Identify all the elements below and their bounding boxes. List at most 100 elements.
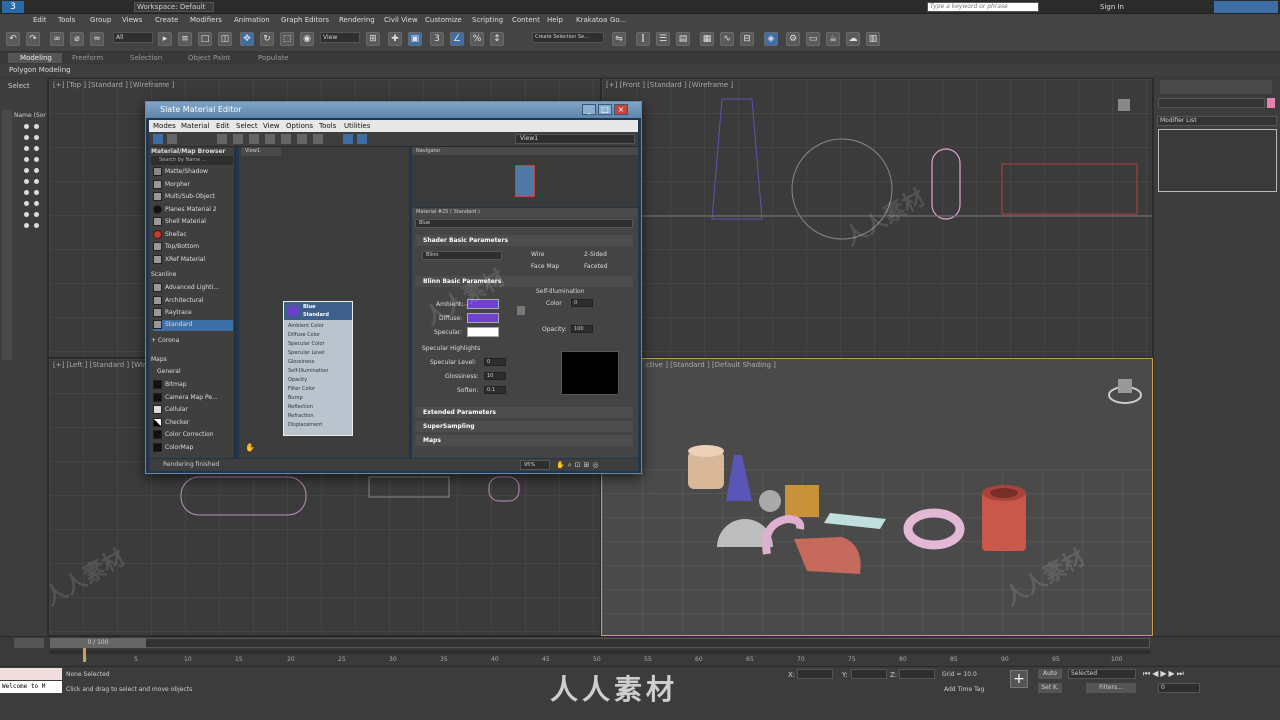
sme-menu-material[interactable]: Material bbox=[181, 122, 209, 130]
menu-customize[interactable]: Customize bbox=[425, 16, 462, 24]
list-item[interactable]: Raytrace bbox=[153, 308, 192, 319]
layout-icon[interactable] bbox=[297, 134, 307, 144]
tab-populate[interactable]: Populate bbox=[258, 54, 288, 62]
menu-create[interactable]: Create bbox=[155, 16, 178, 24]
visibility-icon[interactable] bbox=[24, 157, 29, 162]
specular-color-swatch[interactable] bbox=[467, 327, 499, 337]
browser-toggle-icon[interactable] bbox=[357, 134, 367, 144]
shader-basic-rollout[interactable]: Shader Basic Parameters bbox=[415, 235, 633, 246]
sme-menu-select[interactable]: Select bbox=[236, 122, 258, 130]
freeze-icon[interactable] bbox=[34, 157, 39, 162]
material-id-icon[interactable] bbox=[281, 134, 291, 144]
menu-modifiers[interactable]: Modifiers bbox=[190, 16, 222, 24]
self-illum-spinner[interactable]: 0 bbox=[571, 299, 593, 307]
name-column-header[interactable]: Name (Sor bbox=[14, 112, 46, 119]
mirror-icon[interactable]: ⇋ bbox=[612, 32, 626, 46]
scanline-group[interactable]: Scanline bbox=[151, 271, 176, 278]
minimize-icon[interactable]: _ bbox=[582, 104, 596, 115]
menu-help[interactable]: Help bbox=[547, 16, 563, 24]
object-color-swatch[interactable] bbox=[1267, 98, 1275, 108]
opacity-spinner[interactable]: 100 bbox=[571, 325, 593, 333]
freeze-icon[interactable] bbox=[34, 179, 39, 184]
lock-icon[interactable] bbox=[517, 306, 525, 315]
menu-content[interactable]: Content bbox=[512, 16, 540, 24]
tab-modeling[interactable]: Modeling bbox=[20, 54, 52, 62]
render-iterative-icon[interactable]: ☁ bbox=[846, 32, 860, 46]
render-active-shade-icon[interactable]: ▥ bbox=[866, 32, 880, 46]
list-item[interactable]: Shellac bbox=[153, 230, 187, 241]
search-input[interactable]: Type a keyword or phrase bbox=[927, 2, 1039, 12]
timeline-toggle[interactable] bbox=[14, 638, 44, 648]
menu-graph-editors[interactable]: Graph Editors bbox=[281, 16, 329, 24]
parameter-editor-icon[interactable] bbox=[343, 134, 353, 144]
snaps-toggle-icon[interactable]: 3 bbox=[430, 32, 444, 46]
sign-in-link[interactable]: Sign In bbox=[1100, 3, 1124, 11]
material-editor-icon[interactable]: ◈ bbox=[764, 32, 778, 46]
list-item-selected[interactable]: Standard bbox=[153, 320, 233, 331]
curve-editor-icon[interactable]: ∿ bbox=[720, 32, 734, 46]
list-item[interactable]: Matte/Shadow bbox=[153, 167, 208, 178]
select-label[interactable]: Select bbox=[8, 82, 30, 90]
browser-search-input[interactable]: Search by Name ... bbox=[151, 156, 233, 165]
visibility-icon[interactable] bbox=[24, 201, 29, 206]
freeze-icon[interactable] bbox=[34, 124, 39, 129]
face-map-checkbox[interactable]: Face Map bbox=[531, 263, 559, 270]
visibility-icon[interactable] bbox=[24, 124, 29, 129]
node-slot[interactable]: Reflection bbox=[288, 404, 313, 410]
pivot-icon[interactable]: ⊞ bbox=[366, 32, 380, 46]
list-item[interactable]: Morpher bbox=[153, 180, 190, 191]
workspace-dropdown[interactable]: Workspace: Default bbox=[134, 2, 214, 12]
menu-views[interactable]: Views bbox=[122, 16, 142, 24]
add-time-tag[interactable]: Add Time Tag bbox=[944, 686, 984, 693]
background-icon[interactable] bbox=[265, 134, 275, 144]
soften-spinner[interactable]: 0.1 bbox=[484, 386, 506, 394]
list-item[interactable]: Camera Map Pe... bbox=[153, 393, 218, 404]
key-filters-button[interactable]: Filters... bbox=[1086, 683, 1136, 693]
shader-dropdown[interactable]: Blinn bbox=[422, 251, 502, 260]
list-item[interactable]: Planes Material 2 bbox=[153, 205, 217, 216]
list-item[interactable]: Top/Bottom bbox=[153, 242, 199, 253]
app-logo-icon[interactable]: 3 bbox=[2, 1, 24, 13]
explorer-tool-strip[interactable] bbox=[2, 110, 12, 360]
window-controls[interactable] bbox=[1214, 1, 1278, 13]
track-bar[interactable] bbox=[50, 650, 1150, 654]
playback-controls[interactable]: ⏮◀▶▶⏭ bbox=[1143, 669, 1219, 679]
window-crossing-icon[interactable]: ◫ bbox=[218, 32, 232, 46]
modifier-stack[interactable] bbox=[1158, 129, 1277, 192]
sme-menu-utilities[interactable]: Utilities bbox=[344, 122, 370, 130]
visibility-icon[interactable] bbox=[24, 168, 29, 173]
object-name-field[interactable] bbox=[1158, 98, 1265, 108]
self-illum-color-checkbox[interactable]: Color bbox=[546, 300, 562, 307]
current-frame-field[interactable]: 0 bbox=[1158, 683, 1200, 693]
assign-material-icon[interactable] bbox=[217, 134, 227, 144]
rotate-icon[interactable]: ↻ bbox=[260, 32, 274, 46]
selection-filter-dropdown[interactable]: All bbox=[113, 32, 153, 43]
extended-parameters-rollout[interactable]: Extended Parameters bbox=[415, 407, 633, 418]
glossiness-spinner[interactable]: 10 bbox=[484, 372, 506, 380]
select-tool-icon[interactable] bbox=[153, 134, 163, 144]
reference-coord-dropdown[interactable]: View bbox=[320, 32, 360, 43]
material-name-field[interactable]: Blue bbox=[415, 219, 633, 228]
visibility-icon[interactable] bbox=[24, 223, 29, 228]
node-slot[interactable]: Self-Illumination bbox=[288, 368, 328, 374]
viewport-perspective[interactable]: ctive ] [Standard ] [Default Shading ] bbox=[601, 358, 1153, 636]
supersampling-rollout[interactable]: SuperSampling bbox=[415, 421, 633, 432]
unlink-icon[interactable]: ⌀ bbox=[70, 32, 84, 46]
list-item[interactable]: Multi/Sub-Object bbox=[153, 192, 215, 203]
visibility-icon[interactable] bbox=[24, 179, 29, 184]
node-slot[interactable]: Specular Color bbox=[288, 341, 325, 347]
maximize-icon[interactable]: □ bbox=[598, 104, 612, 115]
list-item[interactable]: Advanced Lighti... bbox=[153, 283, 219, 294]
pick-material-icon[interactable] bbox=[167, 134, 177, 144]
menu-rendering[interactable]: Rendering bbox=[339, 16, 375, 24]
modifier-list-dropdown[interactable]: Modifier List bbox=[1157, 116, 1277, 126]
navigator-viewport-rect[interactable] bbox=[515, 165, 535, 197]
freeze-icon[interactable] bbox=[34, 212, 39, 217]
node-slot[interactable]: Glossiness bbox=[288, 359, 314, 365]
key-filter-dropdown[interactable]: Selected bbox=[1068, 669, 1136, 679]
zoom-dropdown[interactable]: 95% bbox=[520, 460, 550, 470]
list-item[interactable]: Color Correction bbox=[153, 430, 214, 441]
menu-scripting[interactable]: Scripting bbox=[472, 16, 503, 24]
maps-group[interactable]: Maps bbox=[151, 356, 167, 363]
node-slot[interactable]: Diffuse Color bbox=[288, 332, 320, 338]
